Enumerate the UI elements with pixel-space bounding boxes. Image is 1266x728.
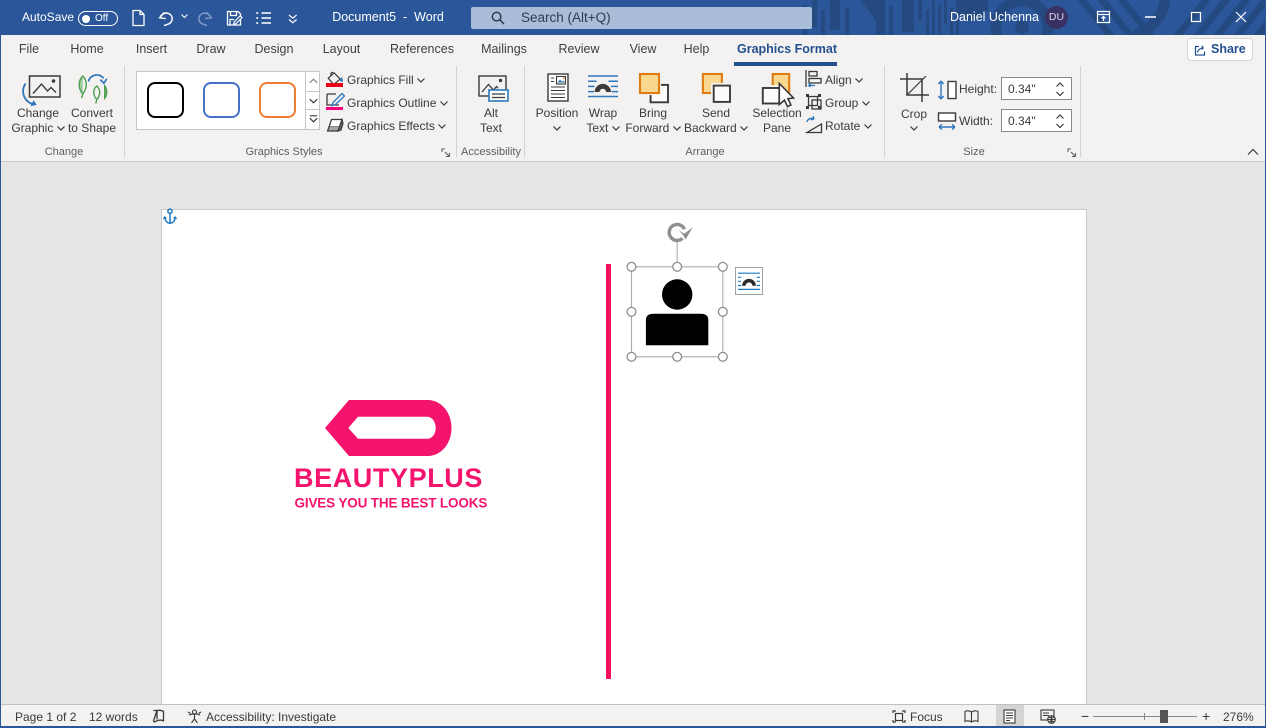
- svg-text:GIVES YOU THE BEST LOOKS: GIVES YOU THE BEST LOOKS: [295, 496, 488, 511]
- svg-text:BEAUTYPLUS: BEAUTYPLUS: [294, 463, 483, 493]
